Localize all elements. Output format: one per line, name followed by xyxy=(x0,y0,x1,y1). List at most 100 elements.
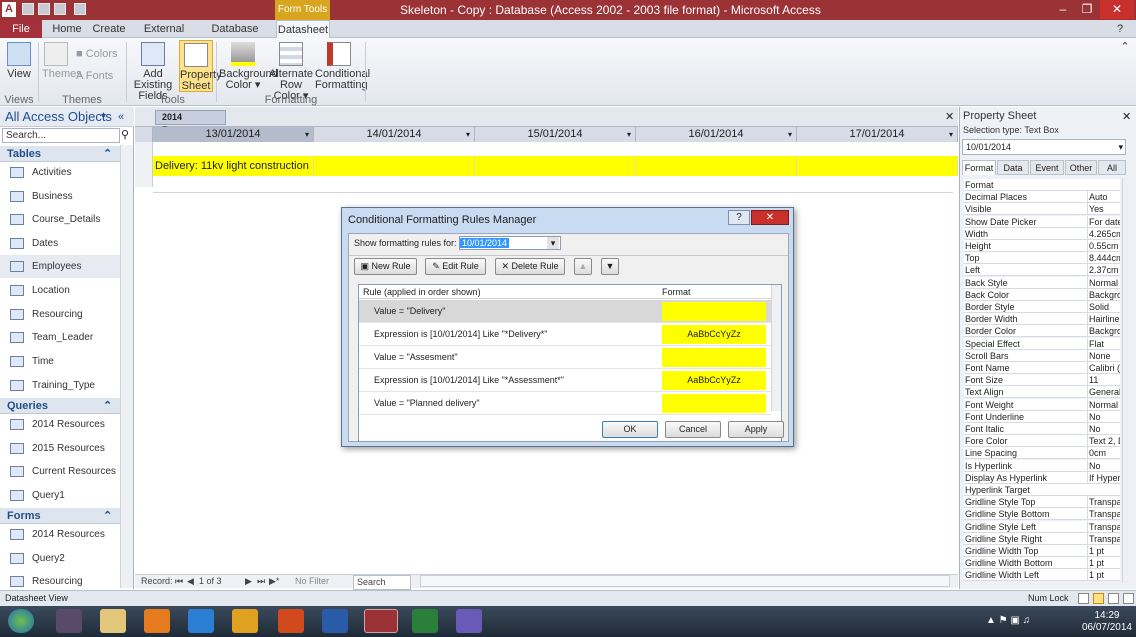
property-row[interactable]: Height 0.55cm xyxy=(964,240,1120,252)
property-row[interactable]: Gridline Width Bottom 1 pt xyxy=(964,557,1120,570)
property-value[interactable]: 0cm xyxy=(1087,447,1120,460)
close-icon[interactable]: ✕ xyxy=(1100,0,1134,19)
ps-tab-event[interactable]: Event xyxy=(1030,160,1064,175)
collapse-icon[interactable]: ⌃ xyxy=(103,398,112,414)
property-row[interactable]: Font Weight Normal xyxy=(964,398,1120,411)
last-record-icon[interactable]: ⏭ xyxy=(257,575,265,588)
property-row[interactable]: Visible Yes xyxy=(964,203,1120,216)
search-box[interactable]: Search xyxy=(353,575,411,590)
property-row[interactable]: Gridline Width Top 1 pt xyxy=(964,545,1120,557)
previous-record-icon[interactable]: ◀ xyxy=(187,575,194,588)
property-row[interactable]: Font Size 11 xyxy=(964,374,1120,387)
property-value[interactable]: 0.55cm xyxy=(1087,240,1120,252)
column-header[interactable]: 16/01/2014 ▾ xyxy=(636,127,797,142)
nav-item-query1[interactable]: Query1 xyxy=(0,484,120,507)
customize-qat-icon[interactable] xyxy=(74,3,86,15)
property-row[interactable]: Line Spacing 0cm xyxy=(964,447,1120,460)
help-icon[interactable]: ? xyxy=(728,210,750,225)
select-all-corner[interactable] xyxy=(135,127,153,142)
move-down-button[interactable]: ▼ xyxy=(601,258,619,275)
property-value[interactable]: 8.444cm xyxy=(1087,252,1120,265)
next-record-icon[interactable]: ▶ xyxy=(245,575,252,588)
layout-view-icon[interactable] xyxy=(1108,593,1119,604)
property-value[interactable]: Backgro xyxy=(1087,325,1120,338)
ps-tab-data[interactable]: Data xyxy=(997,160,1029,175)
nav-item-query-2014-resources[interactable]: 2014 Resources xyxy=(0,413,120,436)
cell-delivery[interactable]: Delivery: 11kv light construction xyxy=(153,156,314,176)
property-row[interactable]: Left 2.37cm xyxy=(964,264,1120,277)
dialog-close-icon[interactable]: ✕ xyxy=(751,210,789,225)
property-scrollbar[interactable] xyxy=(1122,178,1135,583)
cell-highlight[interactable] xyxy=(797,156,958,176)
property-value[interactable]: Solid xyxy=(1087,301,1120,313)
collapse-ribbon-icon[interactable]: ⌃ xyxy=(1118,42,1132,53)
property-row[interactable]: Border Color Backgro xyxy=(964,325,1120,338)
nav-item-query-2015-resources[interactable]: 2015 Resources xyxy=(0,437,120,460)
collapse-icon[interactable]: ⌃ xyxy=(103,146,112,162)
property-row[interactable]: Font Name Calibri ( xyxy=(964,362,1120,374)
column-header[interactable]: 13/01/2014 ▾ xyxy=(153,127,314,142)
nav-item-activities[interactable]: Activities xyxy=(0,161,120,184)
property-value[interactable]: None xyxy=(1087,349,1120,362)
property-value[interactable]: Yes xyxy=(1087,203,1120,216)
property-value[interactable]: Text 2, D xyxy=(1087,435,1120,448)
property-value[interactable]: Normal xyxy=(1087,398,1120,411)
table-row[interactable] xyxy=(153,176,953,193)
design-view-icon[interactable] xyxy=(1123,593,1134,604)
nav-item-form-query2[interactable]: Query2 xyxy=(0,547,120,570)
property-row[interactable]: Gridline Style Top Transpa xyxy=(964,496,1120,509)
tab-create[interactable]: Create xyxy=(90,20,128,38)
property-row[interactable]: Show Date Picker For date xyxy=(964,215,1120,228)
nav-item-form-2014-resources[interactable]: 2014 Resources xyxy=(0,523,120,546)
property-row[interactable]: Fore Color Text 2, D xyxy=(964,435,1120,448)
property-value[interactable]: 4.265cm xyxy=(1087,227,1120,240)
apply-button[interactable]: Apply xyxy=(728,421,784,438)
edit-rule-button[interactable]: ✎ Edit Rule xyxy=(425,258,486,275)
chevron-down-icon[interactable]: ▾ xyxy=(1118,140,1123,154)
property-value[interactable]: For date xyxy=(1087,215,1120,228)
selection-combo[interactable]: 10/01/2014 ▾ xyxy=(962,139,1126,155)
tab-external-data[interactable]: External Data xyxy=(134,20,194,53)
property-value[interactable]: Normal xyxy=(1087,276,1120,289)
word-icon[interactable] xyxy=(322,609,348,633)
background-color-button[interactable]: Background Color ▾ xyxy=(219,42,278,91)
property-row[interactable]: Gridline Width Left 1 pt xyxy=(964,569,1120,582)
close-property-sheet-icon[interactable]: ✕ xyxy=(1122,110,1131,123)
close-document-icon[interactable]: ✕ xyxy=(945,110,954,123)
property-row[interactable]: Text Align General xyxy=(964,386,1120,399)
form-view-icon[interactable] xyxy=(1078,593,1089,604)
themes-button[interactable]: Themes xyxy=(42,42,82,80)
record-position-input[interactable]: 1 of 3 xyxy=(199,575,222,588)
outlook-icon[interactable] xyxy=(232,609,258,633)
property-value[interactable]: Hairline xyxy=(1087,313,1120,326)
horizontal-scrollbar[interactable] xyxy=(420,575,950,587)
cell-highlight[interactable] xyxy=(314,156,475,176)
column-header[interactable]: 17/01/2014 ▾ xyxy=(797,127,958,142)
property-value[interactable]: 1 pt xyxy=(1087,569,1120,582)
nav-item-query-current-resources[interactable]: Current Resources xyxy=(0,460,120,483)
tab-home[interactable]: Home xyxy=(50,20,84,38)
filter-status[interactable]: No Filter xyxy=(295,575,329,588)
property-row[interactable]: Gridline Style Bottom Transpa xyxy=(964,508,1120,521)
property-row[interactable]: Border Width Hairline xyxy=(964,313,1120,326)
property-row[interactable]: Special Effect Flat xyxy=(964,337,1120,350)
property-value[interactable]: 11 xyxy=(1087,374,1120,387)
property-value[interactable]: General xyxy=(1087,386,1120,399)
nav-item-time[interactable]: Time xyxy=(0,350,120,373)
nav-item-course-details[interactable]: Course_Details xyxy=(0,208,120,231)
fonts-button[interactable]: A Fonts xyxy=(76,71,124,82)
move-up-button[interactable]: ▲ xyxy=(574,258,592,275)
property-value[interactable]: Calibri ( xyxy=(1087,362,1120,374)
rule-row[interactable]: Expression is [10/01/2014] Like "*Delive… xyxy=(359,323,771,346)
property-row[interactable]: Decimal Places Auto xyxy=(964,191,1120,204)
save-icon[interactable] xyxy=(22,3,34,15)
start-icon[interactable] xyxy=(8,609,34,633)
rule-row[interactable]: Expression is [10/01/2014] Like "*Assess… xyxy=(359,369,771,392)
rule-row[interactable]: Value = "Assesment" xyxy=(359,346,771,369)
undo-icon[interactable] xyxy=(38,3,50,15)
tab-database-tools[interactable]: Database Tools xyxy=(200,20,270,53)
internet-explorer-icon[interactable] xyxy=(188,609,214,633)
tab-file[interactable]: File xyxy=(0,20,42,38)
rules-scrollbar[interactable] xyxy=(771,285,781,411)
property-row[interactable]: Width 4.265cm xyxy=(964,227,1120,240)
